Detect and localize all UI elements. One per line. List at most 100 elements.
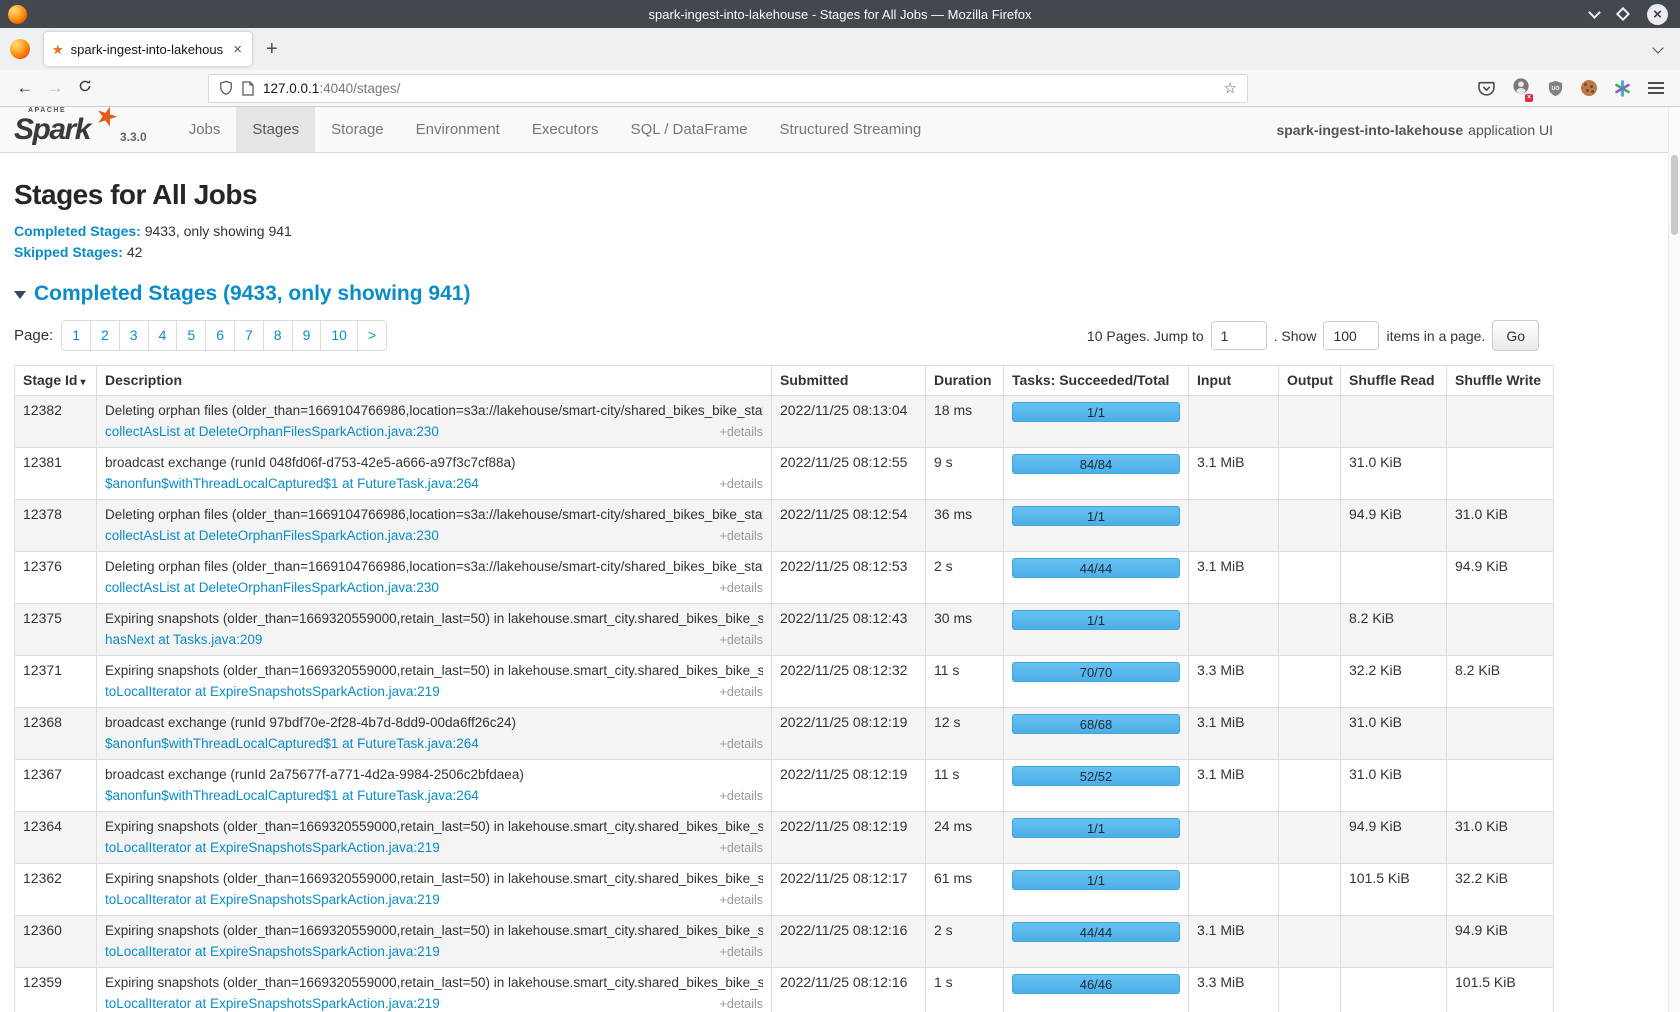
stage-detail-link[interactable]: toLocalIterator at ExpireSnapshotsSparkA… xyxy=(105,891,440,909)
details-toggle[interactable]: +details xyxy=(720,787,763,805)
page-button-9[interactable]: 9 xyxy=(292,320,322,351)
stage-detail-link[interactable]: collectAsList at DeleteOrphanFilesSparkA… xyxy=(105,579,439,597)
page-button-1[interactable]: 1 xyxy=(61,320,91,351)
tasks-progress-bar: 1/1 xyxy=(1012,506,1180,526)
column-header-submitted[interactable]: Submitted xyxy=(772,366,926,396)
column-header-output[interactable]: Output xyxy=(1279,366,1341,396)
nav-tab-sql-dataframe[interactable]: SQL / DataFrame xyxy=(615,107,764,152)
nav-tab-stages[interactable]: Stages xyxy=(236,107,315,152)
stage-detail-link[interactable]: $anonfun$withThreadLocalCaptured$1 at Fu… xyxy=(105,735,479,753)
cookie-extension-icon[interactable] xyxy=(1581,80,1597,96)
column-header-shuffle-read[interactable]: Shuffle Read xyxy=(1341,366,1447,396)
shuffle-read-cell: 32.2 KiB xyxy=(1341,656,1447,708)
page-scrollbar[interactable] xyxy=(1668,107,1680,1012)
stage-detail-link[interactable]: toLocalIterator at ExpireSnapshotsSparkA… xyxy=(105,839,440,857)
details-toggle[interactable]: +details xyxy=(720,527,763,545)
nav-tab-storage[interactable]: Storage xyxy=(315,107,400,152)
nav-tab-jobs[interactable]: Jobs xyxy=(173,107,237,152)
pagination-row: Page: 12345678910> 10 Pages. Jump to . S… xyxy=(14,320,1666,351)
asterisk-extension-icon[interactable] xyxy=(1614,80,1631,97)
go-button[interactable]: Go xyxy=(1492,320,1539,351)
submitted-cell: 2022/11/25 08:12:16 xyxy=(772,916,926,968)
page-button-8[interactable]: 8 xyxy=(263,320,293,351)
column-header-tasks-succeeded-total[interactable]: Tasks: Succeeded/Total xyxy=(1004,366,1189,396)
stage-detail-link[interactable]: collectAsList at DeleteOrphanFilesSparkA… xyxy=(105,527,439,545)
column-header-shuffle-write[interactable]: Shuffle Write xyxy=(1447,366,1554,396)
stage-detail-link[interactable]: toLocalIterator at ExpireSnapshotsSparkA… xyxy=(105,683,440,701)
spark-brand[interactable]: APACHE Spark ★ 3.3.0 xyxy=(14,107,147,152)
minimize-icon[interactable] xyxy=(1588,6,1601,19)
bookmark-star-icon[interactable]: ☆ xyxy=(1224,79,1237,97)
column-header-input[interactable]: Input xyxy=(1189,366,1279,396)
column-header-stage-id[interactable]: Stage Id▾ xyxy=(15,366,97,396)
menu-icon[interactable] xyxy=(1648,82,1664,94)
ublock-icon[interactable]: UO xyxy=(1547,80,1564,97)
forward-button[interactable]: → xyxy=(40,78,70,98)
column-header-description[interactable]: Description xyxy=(97,366,772,396)
maximize-icon[interactable] xyxy=(1616,7,1630,21)
stage-detail-link[interactable]: $anonfun$withThreadLocalCaptured$1 at Fu… xyxy=(105,787,479,805)
table-row: 12382 Deleting orphan files (older_than=… xyxy=(15,396,1554,448)
nav-tab-structured-streaming[interactable]: Structured Streaming xyxy=(764,107,938,152)
pocket-icon[interactable] xyxy=(1478,80,1495,97)
stage-detail-link[interactable]: $anonfun$withThreadLocalCaptured$1 at Fu… xyxy=(105,475,479,493)
details-toggle[interactable]: +details xyxy=(720,891,763,909)
details-toggle[interactable]: +details xyxy=(720,579,763,597)
table-row: 12368 broadcast exchange (runId 97bdf70e… xyxy=(15,708,1554,760)
table-row: 12359 Expiring snapshots (older_than=166… xyxy=(15,968,1554,1012)
new-tab-button[interactable]: + xyxy=(266,39,278,59)
details-toggle[interactable]: +details xyxy=(720,683,763,701)
details-toggle[interactable]: +details xyxy=(720,423,763,441)
completed-stages-link[interactable]: Completed Stages: xyxy=(14,223,141,239)
account-extension-icon[interactable]: × xyxy=(1512,77,1530,100)
nav-tab-environment[interactable]: Environment xyxy=(400,107,516,152)
jump-to-input[interactable] xyxy=(1211,321,1267,350)
details-toggle[interactable]: +details xyxy=(720,995,763,1012)
output-cell xyxy=(1279,500,1341,552)
reload-button[interactable] xyxy=(70,78,100,98)
details-toggle[interactable]: +details xyxy=(720,735,763,753)
error-badge: × xyxy=(1525,94,1533,102)
stage-detail-link[interactable]: toLocalIterator at ExpireSnapshotsSparkA… xyxy=(105,943,440,961)
close-icon[interactable]: × xyxy=(1647,4,1668,25)
tab-close-icon[interactable]: × xyxy=(231,42,244,57)
browser-tab[interactable]: ★ spark-ingest-into-lakehous × xyxy=(44,32,252,66)
stage-detail-link[interactable]: toLocalIterator at ExpireSnapshotsSparkA… xyxy=(105,995,440,1012)
details-toggle[interactable]: +details xyxy=(720,631,763,649)
page-button-7[interactable]: 7 xyxy=(234,320,264,351)
page-button-4[interactable]: 4 xyxy=(148,320,178,351)
nav-tab-executors[interactable]: Executors xyxy=(516,107,615,152)
page-info-icon[interactable] xyxy=(242,81,254,96)
page-button-2[interactable]: 2 xyxy=(90,320,120,351)
table-row: 12362 Expiring snapshots (older_than=166… xyxy=(15,864,1554,916)
page-button-10[interactable]: 10 xyxy=(320,320,358,351)
page-content: Stages for All Jobs Completed Stages: 94… xyxy=(0,179,1680,1012)
section-title: Completed Stages (9433, only showing 941… xyxy=(34,282,470,306)
details-toggle[interactable]: +details xyxy=(720,839,763,857)
stage-description: broadcast exchange (runId 97bdf70e-2f28-… xyxy=(105,714,763,732)
list-all-tabs-button[interactable] xyxy=(1654,47,1662,52)
tasks-progress-label: 46/46 xyxy=(1080,977,1113,992)
column-header-duration[interactable]: Duration xyxy=(926,366,1004,396)
items-per-page-input[interactable] xyxy=(1323,321,1379,350)
shuffle-read-cell xyxy=(1341,916,1447,968)
details-toggle[interactable]: +details xyxy=(720,943,763,961)
stage-detail-link[interactable]: hasNext at Tasks.java:209 xyxy=(105,631,262,649)
table-row: 12378 Deleting orphan files (older_than=… xyxy=(15,500,1554,552)
spark-wordmark: Spark xyxy=(14,113,90,147)
back-button[interactable]: ← xyxy=(10,78,40,98)
url-bar[interactable]: 127.0.0.1:4040/stages/ ☆ xyxy=(208,74,1248,103)
stage-id-cell: 12360 xyxy=(15,916,97,968)
skipped-stages-link[interactable]: Skipped Stages: xyxy=(14,244,123,260)
page-button-3[interactable]: 3 xyxy=(119,320,149,351)
page-button-5[interactable]: 5 xyxy=(176,320,206,351)
shield-icon[interactable] xyxy=(219,80,233,96)
stage-detail-link[interactable]: collectAsList at DeleteOrphanFilesSparkA… xyxy=(105,423,439,441)
input-cell: 3.3 MiB xyxy=(1189,656,1279,708)
completed-stages-section-toggle[interactable]: Completed Stages (9433, only showing 941… xyxy=(14,282,1666,306)
page-button-6[interactable]: 6 xyxy=(205,320,235,351)
details-toggle[interactable]: +details xyxy=(720,475,763,493)
scrollbar-thumb[interactable] xyxy=(1671,155,1678,235)
url-text[interactable]: 127.0.0.1:4040/stages/ xyxy=(263,81,1215,96)
next-page-button[interactable]: > xyxy=(357,320,387,351)
